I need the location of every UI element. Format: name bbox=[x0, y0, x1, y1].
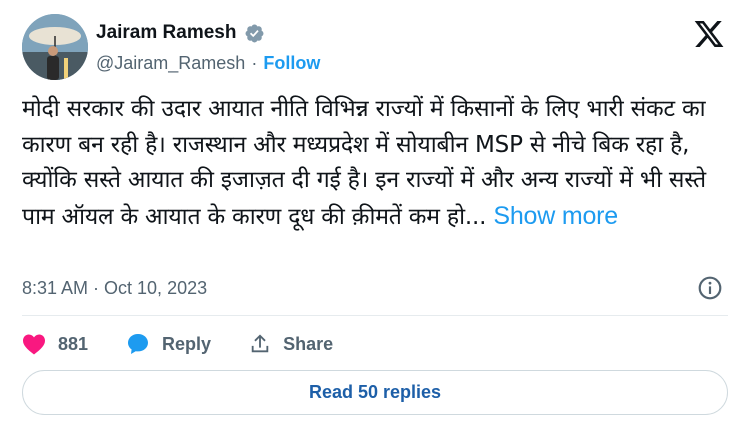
verified-badge-icon bbox=[246, 24, 264, 42]
reply-bubble-icon bbox=[128, 334, 149, 354]
author-name-row: Jairam Ramesh bbox=[96, 22, 265, 44]
author-handle-row: @Jairam_Ramesh · Follow bbox=[96, 53, 320, 74]
share-button[interactable]: Share bbox=[249, 333, 333, 355]
divider bbox=[22, 315, 728, 316]
reply-label: Reply bbox=[162, 333, 212, 354]
tweet-actions: 881 Reply Share bbox=[22, 330, 371, 358]
reply-button[interactable]: Reply bbox=[126, 332, 211, 356]
tweet-timestamp[interactable]: 8:31 AM · Oct 10, 2023 bbox=[22, 278, 207, 299]
info-icon[interactable] bbox=[697, 275, 723, 301]
x-logo-icon[interactable] bbox=[692, 18, 726, 50]
show-more-link[interactable]: Show more bbox=[493, 202, 618, 230]
tweet-text: मोदी सरकार की उदार आयात नीति विभिन्न राज… bbox=[22, 92, 734, 235]
author-handle[interactable]: @Jairam_Ramesh bbox=[96, 53, 245, 74]
avatar-photo bbox=[22, 14, 88, 80]
like-button[interactable]: 881 bbox=[22, 333, 88, 355]
share-label: Share bbox=[283, 333, 334, 354]
like-count: 881 bbox=[58, 333, 89, 354]
separator-dot: · bbox=[251, 53, 258, 73]
avatar[interactable] bbox=[22, 14, 88, 80]
follow-button[interactable]: Follow bbox=[263, 53, 320, 74]
author-display-name[interactable]: Jairam Ramesh bbox=[96, 22, 236, 44]
read-replies-button[interactable]: Read 50 replies bbox=[22, 370, 728, 415]
heart-icon bbox=[23, 334, 45, 355]
tweet-embed-card: Jairam Ramesh @Jairam_Ramesh · Follow मो… bbox=[0, 0, 750, 421]
share-icon bbox=[251, 334, 269, 353]
